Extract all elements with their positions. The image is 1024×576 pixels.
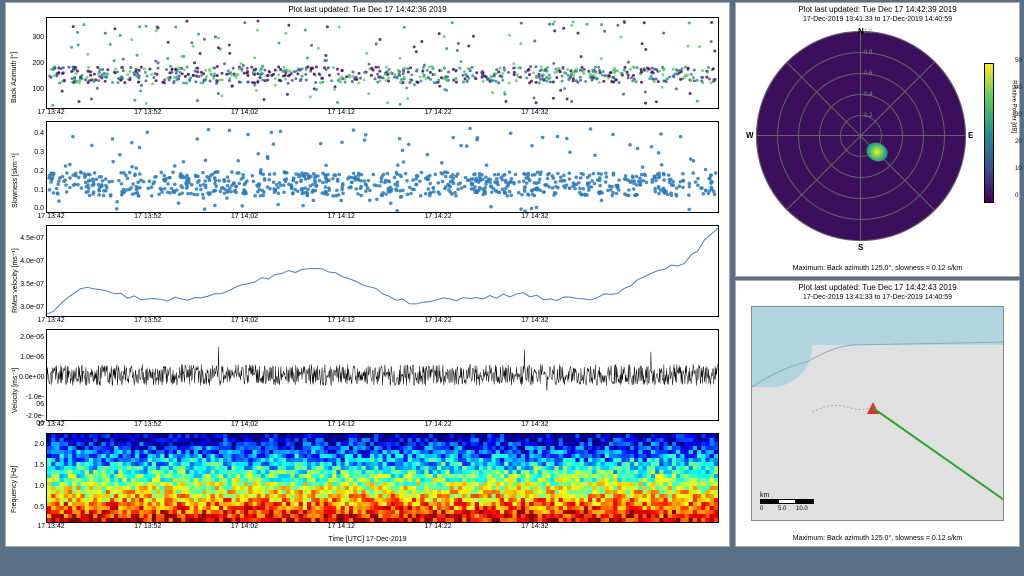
compass-s: S	[858, 243, 863, 252]
x-tick: 17 13:52	[134, 317, 161, 324]
x-tick: 17 14:12	[328, 109, 355, 116]
x-tick: 17 14:02	[231, 523, 258, 530]
map-range: 17-Dec-2019 13:41:33 to 17-Dec-2019 14:4…	[736, 294, 1019, 301]
velocity-subplot: -2.0e-06 -1.0e-06 0.0e+00 1.0e-06 2.0e-0…	[46, 329, 719, 421]
x-tick: 17 14:22	[424, 421, 451, 428]
x-tick: 17 14:12	[328, 523, 355, 530]
back-azimuth-scatter	[47, 18, 718, 108]
velocity-ylabel: Velocity [ms⁻¹]	[11, 403, 19, 413]
map-panel: Plot last updated: Tue Dec 17 14:42:43 2…	[735, 280, 1020, 547]
x-tick: 17 14:02	[231, 421, 258, 428]
x-tick: 17 13:52	[134, 109, 161, 116]
x-tick: 17 13:52	[134, 213, 161, 220]
x-tick: 17 14:02	[231, 317, 258, 324]
x-tick: 17 14:22	[424, 213, 451, 220]
compass-e: E	[968, 131, 973, 140]
polar-plot: 0.2 0.4 0.6 0.8 1.0	[756, 31, 966, 241]
spectrogram-heatmap	[47, 434, 718, 522]
x-tick: 17 13:52	[134, 421, 161, 428]
slowness-subplot: 0.0 0.1 0.2 0.3 0.4	[46, 121, 719, 213]
bearing-arrow	[752, 307, 1003, 520]
x-tick: 17 13:42	[37, 109, 64, 116]
back-azimuth-ylabel: Back Azimuth [°]	[11, 93, 18, 103]
polar-colorbar	[984, 63, 994, 203]
back-azimuth-subplot: 100 200 300	[46, 17, 719, 109]
slowness-scatter	[47, 122, 718, 212]
map-title: Plot last updated: Tue Dec 17 14:42:43 2…	[736, 281, 1019, 294]
velocity-trace	[47, 330, 718, 420]
polar-title: Plot last updated: Tue Dec 17 14:42:39 2…	[736, 3, 1019, 16]
x-tick: 17 14:12	[328, 213, 355, 220]
x-tick: 17 14:22	[424, 317, 451, 324]
map-area: km 05.010.0	[751, 306, 1004, 521]
x-tick: 17 14:32	[521, 523, 548, 530]
x-tick: 17 14:12	[328, 421, 355, 428]
x-tick: 17 13:52	[134, 523, 161, 530]
rms-velocity-subplot: 3.0e-07 3.5e-07 4.0e-07 4.5e-07	[46, 225, 719, 317]
polar-range: 17-Dec-2019 13:41:33 to 17-Dec-2019 14:4…	[736, 16, 1019, 23]
compass-w: W	[746, 131, 754, 140]
x-tick: 17 14:32	[521, 421, 548, 428]
rms-line	[47, 226, 718, 316]
x-tick: 17 14:02	[231, 213, 258, 220]
left-title: Plot last updated: Tue Dec 17 14:42:36 2…	[6, 3, 729, 16]
slowness-ylabel: Slowness [skm⁻¹]	[11, 198, 19, 208]
map-caption: Maximum: Back azimuth 125.0°, slowness =…	[736, 535, 1019, 542]
x-tick: 17 13:42	[37, 213, 64, 220]
x-tick: 17 14:22	[424, 109, 451, 116]
x-tick: 17 14:32	[521, 109, 548, 116]
x-axis-label: Time [UTC] 17-Dec-2019	[329, 536, 407, 543]
x-tick: 17 13:42	[37, 523, 64, 530]
x-tick: 17 13:42	[37, 421, 64, 428]
polar-panel: Plot last updated: Tue Dec 17 14:42:39 2…	[735, 2, 1020, 277]
x-tick: 17 13:42	[37, 317, 64, 324]
colorbar-label: Relative Power [dB]	[1011, 80, 1017, 133]
scale-bar: km 05.010.0	[760, 492, 814, 512]
rms-ylabel: RMes velocity [ms⁻¹]	[11, 303, 19, 313]
x-tick: 17 14:02	[231, 109, 258, 116]
x-tick: 17 14:12	[328, 317, 355, 324]
spectrogram-ylabel: Frequency [Hz]	[11, 503, 18, 513]
spectrogram-subplot: 0.5 1.0 1.5 2.0	[46, 433, 719, 523]
x-tick: 17 14:32	[521, 213, 548, 220]
x-tick: 17 14:22	[424, 523, 451, 530]
x-tick: 17 14:32	[521, 317, 548, 324]
timeseries-panel: Plot last updated: Tue Dec 17 14:42:36 2…	[5, 2, 730, 547]
compass-n: N	[858, 27, 864, 36]
polar-caption: Maximum: Back azimuth 125.0°, slowness =…	[736, 265, 1019, 272]
